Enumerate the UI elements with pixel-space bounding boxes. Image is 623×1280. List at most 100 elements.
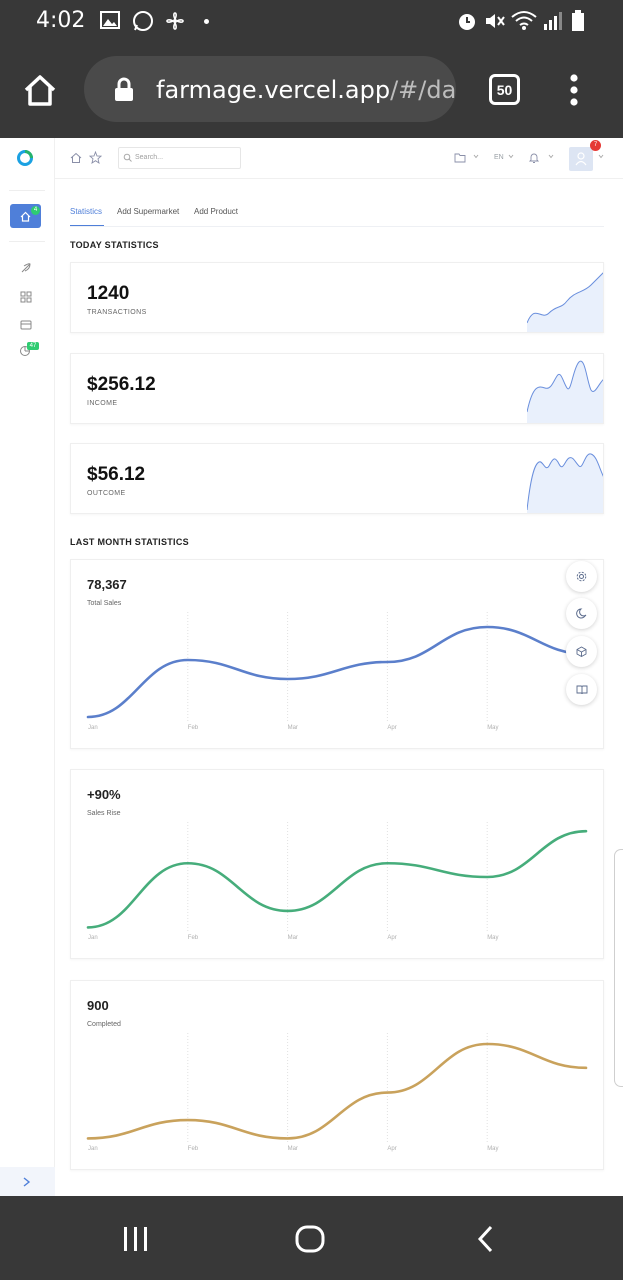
status-bar: 4:02	[0, 0, 623, 42]
tab-switcher-button[interactable]: 50	[489, 74, 520, 105]
gallery-icon	[100, 11, 120, 29]
bell-icon[interactable]	[528, 151, 540, 164]
x-tick-label: Mar	[288, 935, 298, 941]
x-tick-label: May	[487, 725, 498, 731]
dark-mode-button[interactable]	[566, 598, 597, 629]
notification-badge: 7	[590, 140, 601, 151]
app-logo-icon[interactable]	[16, 149, 34, 167]
browser-toolbar: farmage.vercel.app/#/das 50	[0, 42, 623, 138]
sidebar: 4 47	[0, 138, 55, 1196]
topbar: Search... EN 7	[55, 138, 623, 179]
series-line	[86, 1042, 588, 1140]
fan-icon	[166, 12, 184, 30]
edge-panel-handle[interactable]	[614, 849, 623, 1087]
tab-add-supermarket[interactable]: Add Supermarket	[117, 207, 179, 216]
sparkline-income	[527, 360, 603, 423]
stat-card-transactions: 1240 TRANSACTIONS	[70, 262, 604, 333]
x-tick-label: Mar	[288, 725, 298, 731]
chart-card-completed: 900 Completed Jan Feb Mar Apr May	[70, 980, 604, 1170]
recent-apps-icon[interactable]	[122, 1226, 150, 1252]
chart-card-total-sales: 78,367 Total Sales Jan Feb Mar Apr May	[70, 559, 604, 749]
user-icon	[575, 152, 587, 166]
url-domain: farmage.vercel.app	[156, 76, 391, 104]
star-icon[interactable]	[89, 151, 102, 164]
x-tick-label: Jan	[88, 935, 98, 941]
tab-add-product[interactable]: Add Product	[194, 207, 238, 216]
mute-icon	[486, 14, 505, 28]
chevron-right-icon	[23, 1177, 31, 1187]
x-tick-label: Feb	[188, 725, 199, 731]
chevron-down-icon	[508, 154, 514, 159]
line-chart-sales-rise: Jan Feb Mar Apr May	[86, 822, 588, 941]
grid-icon[interactable]	[20, 291, 32, 303]
stat-label: INCOME	[87, 400, 118, 407]
line-chart-total-sales: Jan Feb Mar Apr May	[86, 612, 588, 731]
home-button-icon[interactable]	[294, 1224, 326, 1254]
battery-icon	[572, 10, 584, 31]
x-tick-label: Mar	[288, 1146, 298, 1152]
series-line	[86, 829, 588, 929]
sidebar-item-home[interactable]: 4	[10, 204, 41, 228]
sparkline-transactions	[527, 272, 603, 332]
line-chart-completed: Jan Feb Mar Apr May	[86, 1033, 588, 1152]
x-tick-label: May	[487, 1146, 498, 1152]
sidebar-expand-button[interactable]	[0, 1167, 55, 1196]
tabs-divider	[70, 226, 604, 227]
home-breadcrumb-icon[interactable]	[70, 152, 82, 164]
sidebar-badge: 47	[27, 342, 39, 350]
x-tick-label: Apr	[387, 935, 396, 941]
lock-icon	[115, 77, 133, 101]
x-tick-label: Jan	[88, 725, 98, 731]
feather-icon[interactable]	[20, 262, 32, 274]
sparkline-outcome	[527, 453, 603, 513]
x-tick-label: Feb	[188, 1146, 199, 1152]
back-icon[interactable]	[474, 1224, 496, 1254]
chevron-down-icon	[548, 154, 554, 159]
stat-value: $256.12	[87, 374, 156, 395]
package-button[interactable]	[566, 636, 597, 667]
folder-icon[interactable]	[454, 152, 466, 163]
search-icon	[123, 153, 132, 162]
moon-icon	[576, 608, 587, 619]
chevron-down-icon	[473, 154, 479, 159]
whatsapp-icon	[133, 11, 153, 31]
home-icon[interactable]	[22, 73, 58, 107]
signal-icon	[544, 12, 562, 30]
x-tick-label: Apr	[387, 1146, 396, 1152]
sidebar-divider	[9, 241, 45, 242]
stat-label: OUTCOME	[87, 490, 126, 497]
home-nav-icon	[20, 211, 31, 222]
last-month-statistics-title: LAST MONTH STATISTICS	[70, 537, 189, 547]
x-tick-label: Jan	[88, 1146, 98, 1152]
x-tick-label: Apr	[387, 725, 396, 731]
alarm-icon	[459, 14, 475, 30]
book-icon	[576, 685, 587, 695]
today-statistics-title: TODAY STATISTICS	[70, 240, 159, 250]
tab-statistics[interactable]: Statistics	[70, 207, 102, 216]
gear-icon	[576, 571, 587, 582]
sidebar-divider	[9, 190, 45, 191]
stat-label: TRANSACTIONS	[87, 309, 147, 316]
search-input[interactable]: Search...	[118, 147, 241, 169]
notification-dot-icon	[204, 19, 209, 24]
credit-card-icon[interactable]	[20, 319, 32, 331]
stat-card-outcome: $56.12 OUTCOME	[70, 443, 604, 514]
chevron-down-icon	[598, 154, 604, 159]
settings-button[interactable]	[566, 561, 597, 592]
stat-value: $56.12	[87, 464, 146, 485]
system-navigation-bar	[0, 1196, 623, 1280]
language-selector[interactable]: EN	[494, 154, 504, 161]
wifi-icon	[511, 11, 537, 30]
url-text[interactable]: farmage.vercel.app/#/das	[156, 76, 456, 104]
series-line	[86, 625, 588, 719]
status-time: 4:02	[36, 8, 86, 33]
docs-button[interactable]	[566, 674, 597, 705]
box-icon	[576, 646, 587, 657]
stat-value: 1240	[87, 283, 130, 304]
url-path: /#/das	[390, 76, 456, 104]
avatar[interactable]	[569, 147, 593, 171]
web-page: 4 47 Search... EN 7 Statistics Add Super…	[0, 138, 623, 1196]
chart-card-sales-rise: +90% Sales Rise Jan Feb Mar Apr May	[70, 769, 604, 959]
more-menu-icon[interactable]	[566, 73, 582, 107]
x-tick-label: Feb	[188, 935, 199, 941]
